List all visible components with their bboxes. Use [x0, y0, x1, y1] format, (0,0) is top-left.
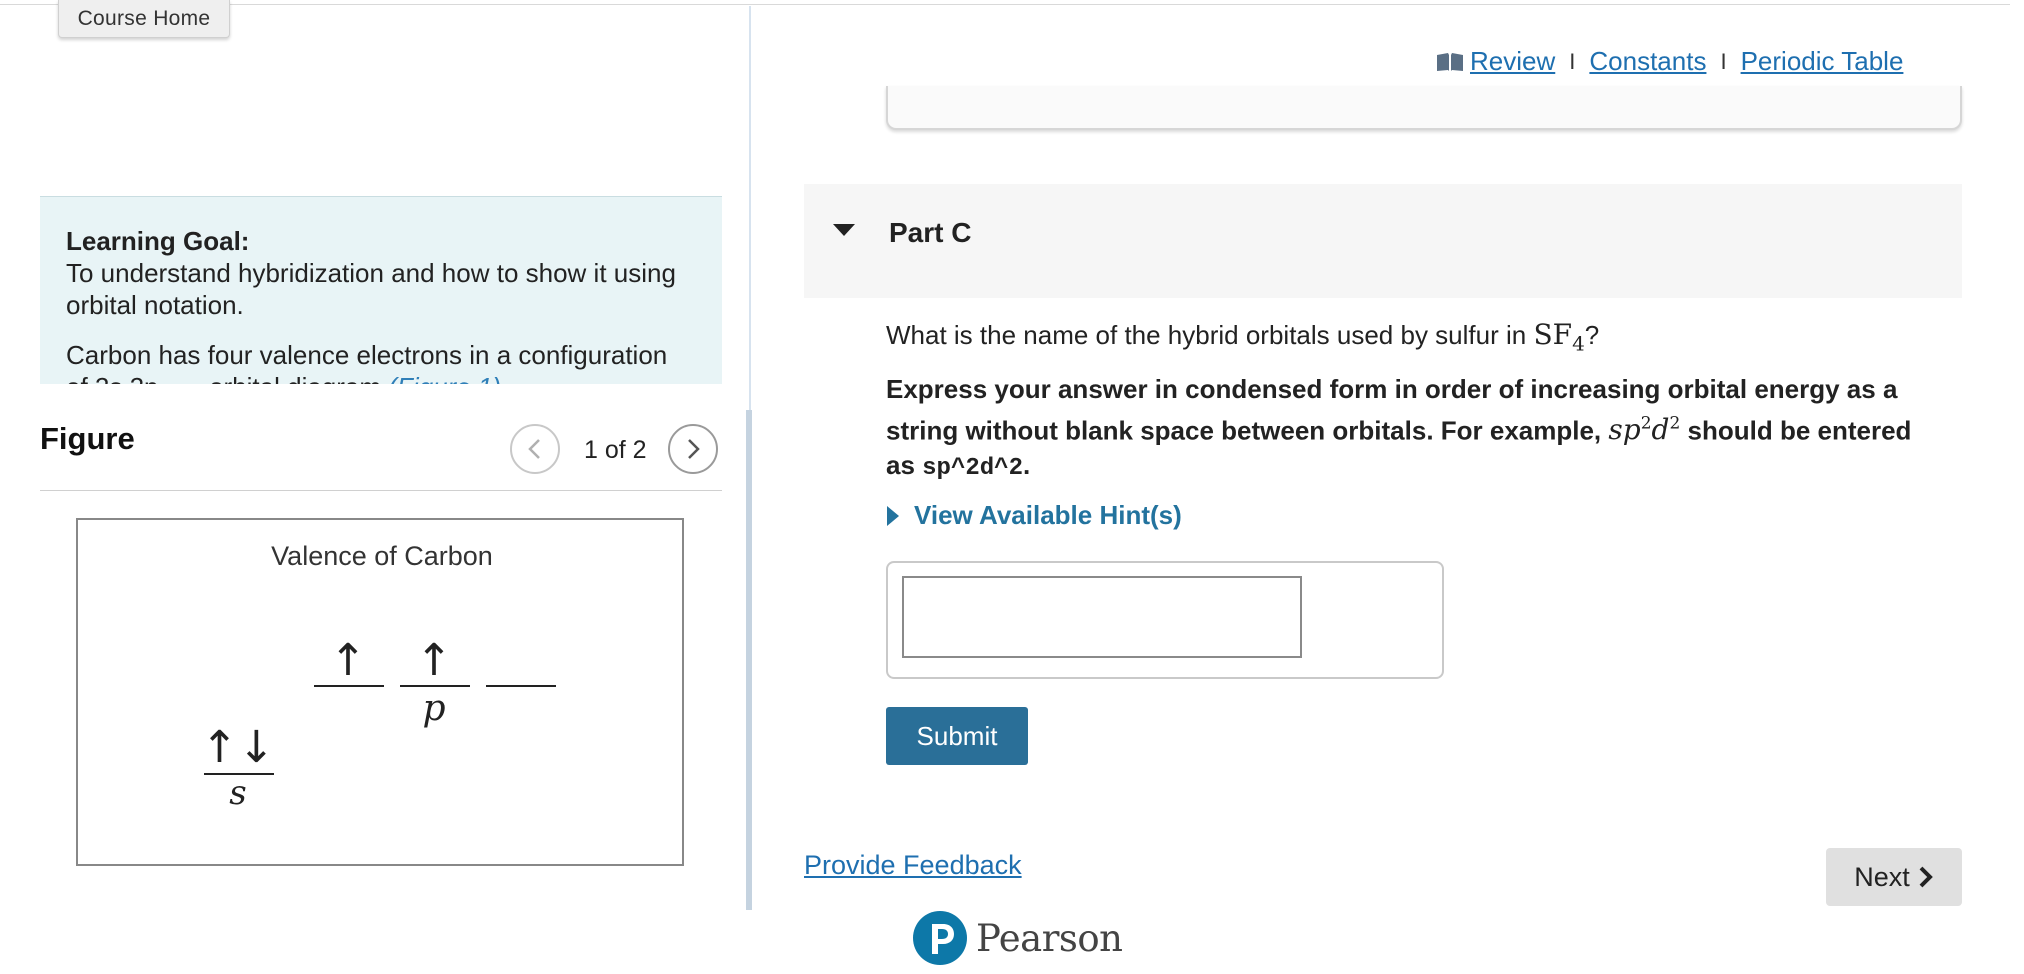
review-link[interactable]: Review — [1470, 46, 1555, 77]
learning-goal-paragraph: Carbon has four valence electrons in a c… — [66, 339, 696, 384]
top-border — [0, 4, 2010, 5]
p-label: p — [422, 688, 445, 729]
learning-goal-paragraph-cut: of 2s 2p . ... orbital diagram — [66, 372, 381, 384]
link-separator: I — [1569, 48, 1576, 74]
chevron-left-icon — [528, 439, 540, 459]
p-arrow-1: ↑ — [330, 635, 367, 686]
figure-next-button[interactable] — [668, 424, 718, 474]
link-separator: I — [1720, 48, 1727, 74]
learning-goal-text: To understand hybridization and how to s… — [66, 258, 676, 320]
part-c-header[interactable]: Part C — [804, 184, 1962, 298]
question-formula: SF4 — [1533, 318, 1585, 356]
learning-goal-title: Learning Goal: — [66, 226, 250, 256]
figure-image: Valence of Carbon ↑ ↑ p ↑↓ s — [76, 518, 684, 866]
question-mark: ? — [1584, 320, 1600, 350]
previous-part-panel — [886, 86, 1962, 130]
pearson-wordmark: Pearson — [976, 916, 1123, 960]
learning-goal-panel: Learning Goal: To understand hybridizati… — [40, 196, 722, 384]
view-hints-toggle[interactable]: View Available Hint(s) — [886, 500, 1182, 531]
valence-diagram: Valence of Carbon ↑ ↑ p ↑↓ s — [201, 541, 556, 813]
book-icon — [1437, 52, 1463, 71]
caret-right-icon — [887, 505, 899, 526]
view-hints-label[interactable]: View Available Hint(s) — [914, 500, 1182, 531]
pearson-p-icon — [913, 911, 967, 965]
pane-resize-handle[interactable] — [746, 410, 752, 910]
submit-button[interactable]: Submit — [886, 707, 1028, 765]
constants-link[interactable]: Constants — [1589, 46, 1706, 77]
next-label: Next — [1854, 861, 1910, 892]
caret-down-icon[interactable] — [832, 222, 856, 238]
part-title: Part C — [889, 217, 972, 248]
resource-links: Review I Constants I Periodic Table — [1436, 46, 1903, 77]
next-button[interactable]: Next — [1826, 848, 1962, 906]
p-arrow-2: ↑ — [416, 635, 453, 686]
periodic-table-link[interactable]: Periodic Table — [1741, 46, 1904, 77]
figure-link[interactable]: (Figure 1) — [388, 372, 501, 384]
figure-counter: 1 of 2 — [584, 436, 647, 464]
figure-heading: Figure — [40, 421, 135, 456]
chevron-right-icon — [1919, 866, 1933, 888]
answer-container — [886, 561, 1444, 679]
example-formula: sp2d2 — [1608, 413, 1681, 447]
provide-feedback-link[interactable]: Provide Feedback — [804, 850, 1022, 881]
answer-instructions: Express your answer in condensed form in… — [886, 374, 1912, 483]
question-body: What is the name of the hybrid orbitals … — [886, 320, 1527, 350]
question-text: What is the name of the hybrid orbitals … — [886, 318, 1599, 356]
chevron-right-icon — [688, 439, 700, 459]
pearson-logo: Pearson — [912, 910, 1123, 966]
diagram-title: Valence of Carbon — [271, 541, 493, 571]
s-label: s — [229, 773, 246, 813]
example-code: sp^2d^2 — [922, 455, 1023, 483]
figure-divider — [40, 490, 722, 491]
learning-goal-paragraph-text: Carbon has four valence electrons in a c… — [66, 340, 668, 370]
pane-divider — [749, 6, 751, 410]
answer-input[interactable] — [902, 576, 1302, 658]
s-arrows: ↑↓ — [201, 722, 275, 773]
course-home-button[interactable]: Course Home — [58, 0, 230, 38]
figure-prev-button[interactable] — [510, 424, 560, 474]
